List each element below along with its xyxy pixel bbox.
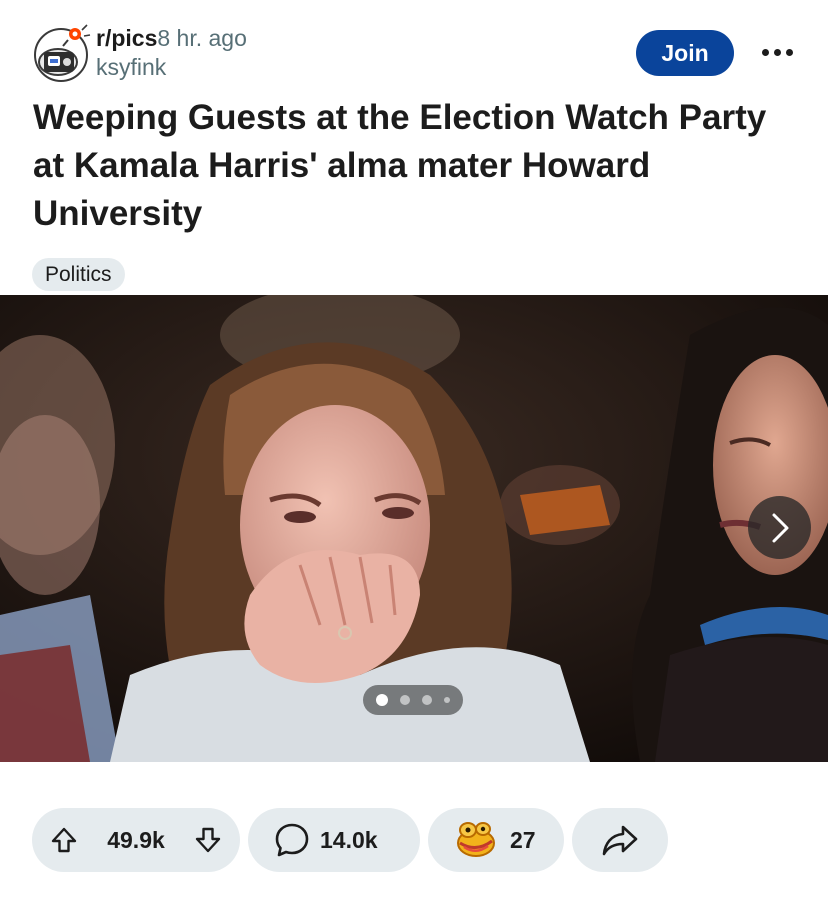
- subreddit-name[interactable]: r/pics: [96, 25, 157, 51]
- vote-bar: 49.9k: [32, 808, 240, 872]
- downvote-arrow-icon[interactable]: [194, 826, 222, 854]
- gallery-dot[interactable]: [400, 695, 410, 705]
- join-button[interactable]: Join: [636, 30, 734, 76]
- comment-count: 14.0k: [320, 826, 378, 853]
- chevron-right-icon[interactable]: [748, 496, 811, 559]
- post-header: r/pics8 hr. ago ksyfink Join: [0, 0, 828, 95]
- post-flair[interactable]: Politics: [32, 258, 125, 291]
- subreddit-avatar-icon[interactable]: [30, 22, 92, 84]
- award-count: 27: [510, 826, 536, 853]
- more-options-icon[interactable]: [757, 36, 797, 68]
- comments-button[interactable]: 14.0k: [248, 808, 420, 872]
- post-author[interactable]: ksyfink: [96, 52, 247, 82]
- post-title[interactable]: Weeping Guests at the Election Watch Par…: [33, 94, 803, 238]
- gallery-indicator: [363, 685, 463, 715]
- post-time: 8 hr. ago: [157, 25, 247, 51]
- upvote-arrow-icon[interactable]: [50, 826, 78, 854]
- award-icon: [454, 821, 496, 859]
- share-arrow-icon: [601, 823, 639, 857]
- gallery-dot[interactable]: [422, 695, 432, 705]
- share-button[interactable]: [572, 808, 668, 872]
- post-actions: 49.9k 14.0k 27: [32, 808, 668, 872]
- comment-bubble-icon: [274, 822, 310, 858]
- post-meta: r/pics8 hr. ago ksyfink: [96, 24, 247, 82]
- gallery-dot[interactable]: [376, 694, 388, 706]
- gallery-dot[interactable]: [444, 697, 450, 703]
- award-button[interactable]: 27: [428, 808, 564, 872]
- upvote-count: 49.9k: [107, 826, 165, 853]
